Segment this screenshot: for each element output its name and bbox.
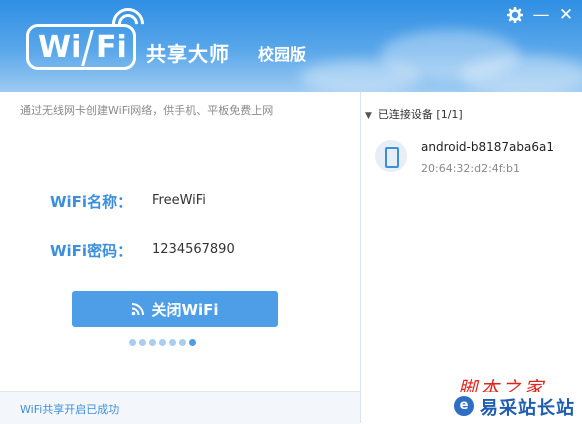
close-wifi-button[interactable]: 关闭WiFi: [72, 291, 278, 327]
progress-dot: [139, 339, 146, 346]
progress-dot: [159, 339, 166, 346]
device-item[interactable]: android-b8187aba6a16 20:64:32:d2:4f:b1: [375, 138, 582, 182]
collapse-triangle-icon: ▼: [365, 111, 372, 121]
hotspot-panel: 通过无线网卡创建WiFi网络，供手机、平板免费上网 WiFi名称： FreeWi…: [0, 92, 360, 424]
app-title: 共享大师: [146, 42, 230, 66]
gear-icon: [506, 6, 524, 24]
title-bar: Wi Fi 共享大师 校园版 — ✕: [0, 0, 582, 92]
progress-dot: [149, 339, 156, 346]
device-mac: 20:64:32:d2:4f:b1: [421, 162, 520, 175]
description-text: 通过无线网卡创建WiFi网络，供手机、平板免费上网: [20, 104, 274, 117]
status-bar: WiFi共享开启已成功: [0, 391, 360, 424]
close-button[interactable]: ✕: [555, 4, 577, 26]
progress-dot: [189, 339, 196, 346]
progress-dots: [129, 339, 196, 346]
watermark-bottom-text: 易采站长站: [480, 398, 575, 419]
wifi-signal-icon: [132, 303, 145, 316]
watermark-bottom: e 易采站长站: [442, 392, 582, 423]
wifi-password-value[interactable]: 1234567890: [152, 242, 235, 257]
progress-dot: [169, 339, 176, 346]
settings-button[interactable]: [504, 4, 526, 26]
close-wifi-label: 关闭WiFi: [151, 300, 219, 319]
device-name: android-b8187aba6a16: [421, 140, 555, 154]
app-edition: 校园版: [258, 45, 307, 64]
status-text: WiFi共享开启已成功: [20, 403, 120, 416]
progress-dot: [129, 339, 136, 346]
wifi-name-label: WiFi名称：: [50, 193, 133, 211]
devices-header-label: 已连接设备 [1/1]: [377, 108, 463, 121]
watermark-logo-icon: e: [454, 396, 474, 416]
devices-header[interactable]: ▼ 已连接设备 [1/1]: [361, 106, 463, 122]
wifi-name-value[interactable]: FreeWiFi: [152, 193, 206, 208]
minimize-button[interactable]: —: [530, 4, 552, 26]
phone-icon: [375, 140, 407, 172]
progress-dot: [179, 339, 186, 346]
wifi-password-label: WiFi密码：: [50, 242, 133, 260]
logo-wi-text: Wi: [38, 30, 82, 65]
